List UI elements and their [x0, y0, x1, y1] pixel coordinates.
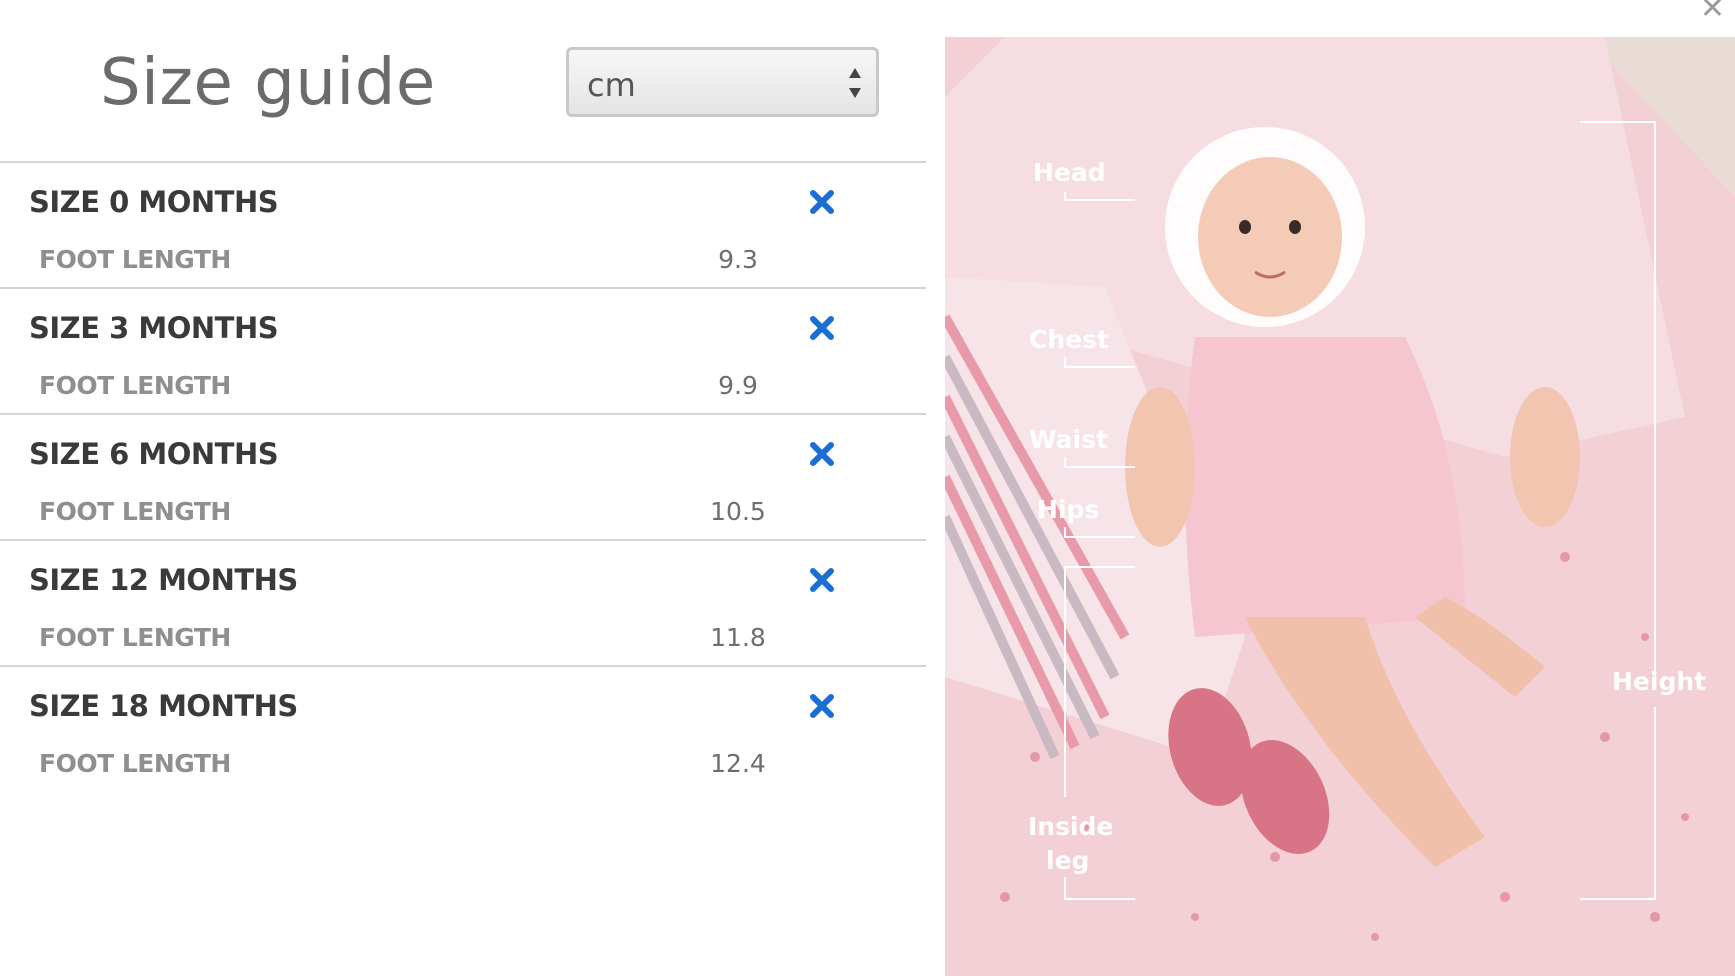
size-row[interactable]: SIZE 18 MONTHS FOOT LENGTH 12.4 — [0, 665, 926, 791]
collapse-x-icon[interactable] — [809, 315, 835, 341]
size-row[interactable]: SIZE 0 MONTHS FOOT LENGTH 9.3 — [0, 161, 926, 287]
measurement-label: FOOT LENGTH — [39, 497, 231, 526]
size-guide-panel: Size guide cm SIZE 0 MONTHS FOOT LENGTH … — [0, 0, 926, 976]
size-row[interactable]: SIZE 12 MONTHS FOOT LENGTH 11.8 — [0, 539, 926, 665]
measurement-value: 9.9 — [718, 371, 758, 400]
label-inside-leg-2: leg — [1046, 846, 1089, 875]
label-head: Head — [1033, 158, 1106, 187]
label-waist: Waist — [1029, 425, 1108, 454]
unit-select-value: cm — [587, 66, 636, 104]
updown-arrows-icon — [848, 66, 862, 100]
collapse-x-icon[interactable] — [809, 693, 835, 719]
collapse-x-icon[interactable] — [809, 441, 835, 467]
label-chest: Chest — [1029, 325, 1109, 354]
collapse-x-icon[interactable] — [809, 189, 835, 215]
measurement-value: 11.8 — [710, 623, 766, 652]
measurement-label: FOOT LENGTH — [39, 245, 231, 274]
size-title[interactable]: SIZE 6 MONTHS — [29, 437, 279, 471]
label-height: Height — [1612, 667, 1706, 696]
measurement-label: FOOT LENGTH — [39, 749, 231, 778]
collapse-x-icon[interactable] — [809, 567, 835, 593]
measurement-label: FOOT LENGTH — [39, 623, 231, 652]
size-guide-photo: Head Chest Waist Hips Inside leg Height — [945, 37, 1735, 976]
measurement-label: FOOT LENGTH — [39, 371, 231, 400]
size-list: SIZE 0 MONTHS FOOT LENGTH 9.3 SIZE 3 MON… — [0, 161, 926, 791]
measurement-value: 9.3 — [718, 245, 758, 274]
size-row[interactable]: SIZE 3 MONTHS FOOT LENGTH 9.9 — [0, 287, 926, 413]
label-inside-leg-1: Inside — [1028, 812, 1113, 841]
measurement-value: 10.5 — [710, 497, 766, 526]
size-title[interactable]: SIZE 3 MONTHS — [29, 311, 279, 345]
size-title[interactable]: SIZE 18 MONTHS — [29, 689, 298, 723]
measurement-value: 12.4 — [710, 749, 766, 778]
size-row[interactable]: SIZE 6 MONTHS FOOT LENGTH 10.5 — [0, 413, 926, 539]
close-icon[interactable]: ✕ — [1700, 0, 1725, 24]
size-title[interactable]: SIZE 0 MONTHS — [29, 185, 279, 219]
unit-select[interactable]: cm — [566, 47, 879, 117]
label-hips: Hips — [1037, 495, 1099, 524]
size-title[interactable]: SIZE 12 MONTHS — [29, 563, 298, 597]
page-title: Size guide — [100, 46, 436, 120]
